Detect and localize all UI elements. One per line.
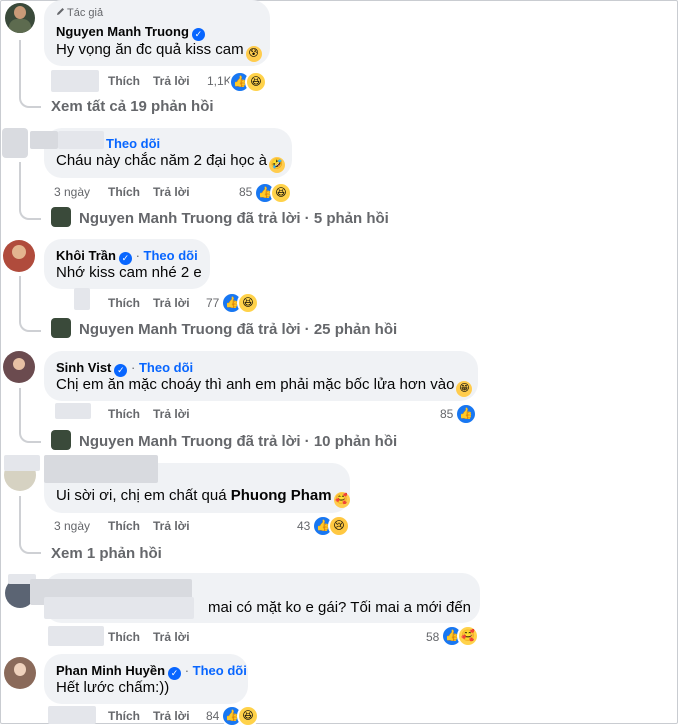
comment-bubble: Theo dõi Cháu này chắc năm 2 đại học à 🤣 xyxy=(30,128,292,178)
avatar[interactable] xyxy=(2,128,28,158)
blurred-time xyxy=(48,706,96,724)
care-reaction-icon: 🥰 xyxy=(457,625,479,647)
comment-bubble: mai có mặt ko e gái? Tối mai a mới đến xyxy=(30,573,480,623)
blurred-time xyxy=(51,70,99,92)
avatar[interactable] xyxy=(3,351,35,383)
thread-line xyxy=(19,40,41,108)
comment-text: Chị em ăn mặc choáy thì anh em phải mặc … xyxy=(56,376,473,397)
comment-bubble: Sinh Vist ✓ · Theo dõi Chị em ăn mặc choá… xyxy=(44,351,478,401)
reaction-count[interactable]: 58 xyxy=(426,630,439,644)
haha-reaction-icon: 😆 xyxy=(237,292,259,314)
like-reaction-icon: 👍 xyxy=(455,403,477,425)
blurred-name xyxy=(44,455,158,483)
comment-bubble: Phan Minh Huyền ✓ · Theo dõi Hết lước chấ… xyxy=(44,654,248,704)
like-action[interactable]: Thích xyxy=(108,407,140,421)
like-action[interactable]: Thích xyxy=(108,74,140,88)
comment-time[interactable]: 3 ngày xyxy=(54,519,90,533)
avatar[interactable] xyxy=(5,3,35,33)
reaction-count[interactable]: 85 xyxy=(239,185,252,199)
reply-action[interactable]: Trả lời xyxy=(153,709,190,723)
thread-line xyxy=(19,276,41,332)
thread-line xyxy=(19,388,41,443)
replied-summary-link[interactable]: Nguyen Manh Truong đã trả lời · 10 phản … xyxy=(79,433,397,450)
reply-action[interactable]: Trả lời xyxy=(153,630,190,644)
comment-author[interactable]: Khôi Trần ✓ · Theo dõi xyxy=(56,248,198,265)
replied-summary-link[interactable]: Nguyen Manh Truong đã trả lời · 25 phản … xyxy=(79,321,397,338)
blurred-name xyxy=(58,131,104,149)
follow-button[interactable]: Theo dõi xyxy=(106,136,160,151)
avatar[interactable] xyxy=(51,318,71,338)
like-action[interactable]: Thích xyxy=(108,519,140,533)
comment-text: Hết lước chấm:)) xyxy=(56,679,170,696)
comment-text: Nhớ kiss cam nhé 2 e xyxy=(56,264,202,281)
avatar[interactable] xyxy=(4,657,36,689)
blurred-time xyxy=(55,403,91,419)
blurred-time xyxy=(74,288,90,310)
thread-line xyxy=(19,496,41,554)
like-action[interactable]: Thích xyxy=(108,709,140,723)
reaction-count[interactable]: 84 xyxy=(206,709,219,723)
haha-reaction-icon: 😆 xyxy=(245,71,267,93)
verified-badge-icon: ✓ xyxy=(168,667,182,680)
comment-text: Cháu này chắc năm 2 đại học à 🤣 xyxy=(56,152,285,173)
reaction-count[interactable]: 43 xyxy=(297,519,310,533)
comment-author[interactable]: Phan Minh Huyền ✓ · Theo dõi xyxy=(56,663,247,680)
comment-author[interactable]: Nguyen Manh Truong ✓ xyxy=(56,24,205,41)
verified-badge-icon: ✓ xyxy=(191,28,205,41)
blurred-text xyxy=(44,597,194,619)
reaction-count[interactable]: 1,1K xyxy=(207,74,232,88)
like-action[interactable]: Thích xyxy=(108,630,140,644)
tagged-user-link[interactable]: Phuong Pham xyxy=(231,487,332,504)
thread-line xyxy=(19,162,41,220)
follow-button[interactable]: Theo dõi xyxy=(139,360,193,375)
blurred-time xyxy=(48,626,104,646)
comment-bubble: Khôi Trần ✓ · Theo dõi Nhớ kiss cam nhé 2… xyxy=(44,239,210,289)
view-replies-link[interactable]: Xem tất cả 19 phản hồi xyxy=(51,98,214,115)
blurred-name xyxy=(30,131,58,149)
reply-action[interactable]: Trả lời xyxy=(153,296,190,310)
author-tag: Tác giả xyxy=(56,7,103,19)
comment-text: Hy vọng ăn đc quả kiss cam 😰 xyxy=(56,41,262,62)
avatar[interactable] xyxy=(51,430,71,450)
view-replies-link[interactable]: Xem 1 phản hồi xyxy=(51,545,162,562)
like-action[interactable]: Thích xyxy=(108,185,140,199)
reply-action[interactable]: Trả lời xyxy=(153,519,190,533)
laughing-emoji-icon: 🤣 xyxy=(268,157,285,173)
reply-action[interactable]: Trả lời xyxy=(153,185,190,199)
pencil-icon xyxy=(56,7,65,16)
smiling-hearts-emoji-icon: 🥰 xyxy=(333,492,350,508)
reaction-count[interactable]: 85 xyxy=(440,407,453,421)
comment-author[interactable]: Sinh Vist ✓ · Theo dõi xyxy=(56,360,193,377)
reaction-count[interactable]: 77 xyxy=(206,296,219,310)
haha-reaction-icon: 😆 xyxy=(270,182,292,204)
grinning-emoji-icon: 😁 xyxy=(456,381,473,397)
comment-time[interactable]: 3 ngày xyxy=(54,185,90,199)
follow-button[interactable]: Theo dõi xyxy=(193,663,247,678)
follow-button[interactable]: Theo dõi xyxy=(144,248,198,263)
like-action[interactable]: Thích xyxy=(108,296,140,310)
crying-emoji-icon: 😰 xyxy=(245,46,262,62)
comment-bubble: Ui sời ơi, chị em chất quá Phuong Pham 🥰 xyxy=(44,455,350,513)
comment-bubble: Tác giả Nguyen Manh Truong ✓ Hy vọng ăn đ… xyxy=(44,0,270,66)
avatar[interactable] xyxy=(3,240,35,272)
avatar[interactable] xyxy=(51,207,71,227)
comment-text: mai có mặt ko e gái? Tối mai a mới đến xyxy=(208,599,472,616)
reply-action[interactable]: Trả lời xyxy=(153,407,190,421)
reply-action[interactable]: Trả lời xyxy=(153,74,190,88)
blurred-avatar-overlay xyxy=(4,455,40,471)
comment-text: Ui sời ơi, chị em chất quá Phuong Pham 🥰 xyxy=(56,487,350,508)
replied-summary-link[interactable]: Nguyen Manh Truong đã trả lời · 5 phản h… xyxy=(79,210,389,227)
sad-reaction-icon: 😢 xyxy=(328,515,350,537)
